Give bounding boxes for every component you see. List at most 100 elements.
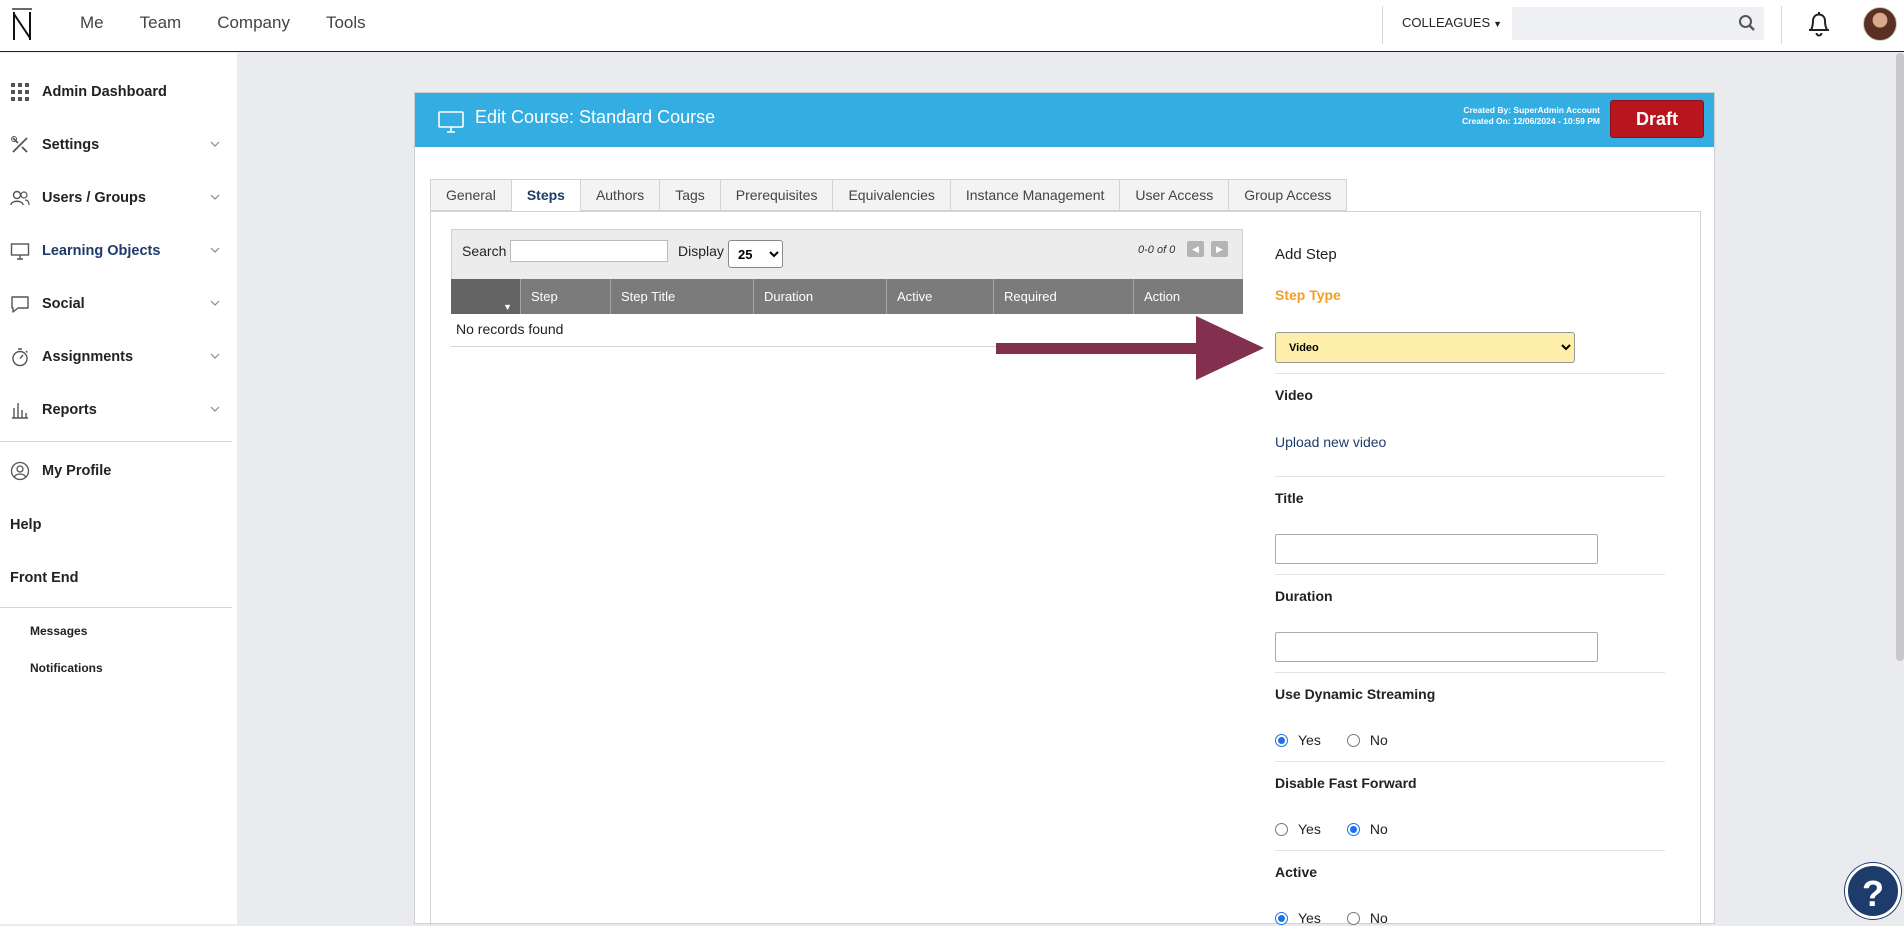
- title-input[interactable]: [1275, 534, 1598, 564]
- grid-header: ▼ Step Step Title Duration Active Requir…: [451, 279, 1243, 314]
- annotation-arrow-icon: [996, 316, 1264, 380]
- tab-steps[interactable]: Steps: [510, 179, 580, 212]
- display-count-select[interactable]: 25: [728, 240, 783, 268]
- divider: [1275, 574, 1665, 575]
- sidebar-item-learning-objects[interactable]: Learning Objects: [0, 231, 232, 271]
- tab-instance-management[interactable]: Instance Management: [949, 179, 1120, 211]
- tab-general[interactable]: General: [430, 179, 511, 211]
- help-button[interactable]: ?: [1845, 863, 1901, 919]
- nav-company[interactable]: Company: [208, 0, 299, 52]
- search-label: Search: [462, 243, 507, 259]
- divider: [1781, 6, 1782, 44]
- user-avatar[interactable]: [1863, 7, 1897, 41]
- nav-me[interactable]: Me: [71, 0, 113, 52]
- column-header-step-title[interactable]: Step Title: [611, 279, 754, 314]
- active-yes-radio[interactable]: [1275, 911, 1288, 925]
- monitor-icon: [438, 111, 464, 133]
- tab-authors[interactable]: Authors: [579, 179, 660, 211]
- sidebar-item-front-end[interactable]: Front End: [0, 558, 232, 598]
- sidebar-item-social[interactable]: Social: [0, 284, 232, 324]
- sidebar-item-label: Learning Objects: [42, 243, 161, 259]
- sidebar-item-reports[interactable]: Reports: [0, 390, 232, 430]
- tab-prerequisites[interactable]: Prerequisites: [719, 179, 833, 211]
- page-title: Edit Course: Standard Course: [475, 107, 716, 127]
- page-scrollbar[interactable]: [1896, 53, 1904, 661]
- fast-forward-no-radio[interactable]: [1346, 822, 1360, 836]
- prev-page-button[interactable]: ◀: [1187, 241, 1204, 257]
- duration-label: Duration: [1275, 588, 1333, 604]
- column-header-action[interactable]: Action: [1134, 279, 1243, 314]
- sort-down-icon: ▼: [503, 302, 512, 312]
- pager-text: 0-0 of 0: [1138, 244, 1176, 256]
- tab-group-access[interactable]: Group Access: [1228, 179, 1348, 211]
- dynamic-streaming-radio-group: Yes No: [1275, 732, 1414, 748]
- created-on: Created On: 12/06/2024 - 10:59 PM: [1462, 116, 1600, 126]
- sidebar-item-label: Social: [42, 296, 85, 312]
- dynamic-streaming-yes-radio[interactable]: [1275, 733, 1288, 747]
- divider: [1275, 672, 1665, 673]
- global-search-input[interactable]: [1512, 7, 1727, 40]
- sidebar-item-label: Front End: [10, 570, 79, 586]
- caret-down-icon: ▼: [1493, 19, 1503, 29]
- dynamic-streaming-no-radio[interactable]: [1346, 733, 1360, 747]
- radio-label: Yes: [1298, 821, 1321, 837]
- tab-user-access[interactable]: User Access: [1119, 179, 1229, 211]
- divider: [1275, 373, 1665, 374]
- nav-team[interactable]: Team: [131, 0, 191, 52]
- tab-tags[interactable]: Tags: [659, 179, 720, 211]
- sidebar-item-assignments[interactable]: Assignments: [0, 337, 232, 377]
- sidebar: Admin Dashboard Settings Users / Groups …: [0, 53, 237, 924]
- sidebar-item-messages[interactable]: Messages: [30, 624, 87, 638]
- column-header-required[interactable]: Required: [994, 279, 1134, 314]
- sidebar-item-admin-dashboard[interactable]: Admin Dashboard: [0, 72, 232, 112]
- monitor-icon: [10, 243, 30, 260]
- top-bar: Me Team Company Tools COLLEAGUES ▼: [0, 0, 1904, 52]
- edit-course-panel: Edit Course: Standard Course Created By:…: [414, 92, 1715, 925]
- chevron-down-icon: [210, 406, 220, 412]
- step-type-label: Step Type: [1275, 287, 1341, 303]
- active-label: Active: [1275, 864, 1318, 880]
- colleagues-label: COLLEAGUES: [1402, 15, 1491, 30]
- upload-new-video-link[interactable]: Upload new video: [1275, 434, 1386, 450]
- panel-header: Edit Course: Standard Course Created By:…: [415, 93, 1714, 147]
- title-label: Title: [1275, 490, 1304, 506]
- search-icon[interactable]: [1738, 14, 1756, 32]
- steps-search-input[interactable]: [510, 240, 668, 262]
- column-header-active[interactable]: Active: [887, 279, 994, 314]
- sidebar-item-label: Users / Groups: [42, 190, 146, 206]
- next-page-button[interactable]: ▶: [1211, 241, 1228, 257]
- chevron-down-icon: [210, 353, 220, 359]
- chevron-down-icon: [210, 194, 220, 200]
- column-header-duration[interactable]: Duration: [754, 279, 887, 314]
- logo-icon[interactable]: [10, 6, 34, 44]
- grid-toolbar: Search Display 25 0-0 of 0 ◀ ▶: [451, 229, 1243, 279]
- divider: [1275, 850, 1665, 851]
- fast-forward-radio-group: Yes No: [1275, 821, 1414, 837]
- created-info: Created By: SuperAdmin Account Created O…: [1462, 105, 1600, 127]
- divider: [0, 441, 232, 442]
- step-type-select[interactable]: Video: [1275, 332, 1575, 363]
- fast-forward-yes-radio[interactable]: [1275, 822, 1288, 836]
- column-header-step[interactable]: Step: [521, 279, 611, 314]
- sidebar-item-settings[interactable]: Settings: [0, 125, 232, 165]
- chevron-down-icon: [210, 141, 220, 147]
- tab-equivalencies[interactable]: Equivalencies: [832, 179, 950, 211]
- sidebar-item-my-profile[interactable]: My Profile: [0, 451, 232, 491]
- divider: [1275, 761, 1665, 762]
- status-draft-button[interactable]: Draft: [1610, 100, 1704, 138]
- nav-tools[interactable]: Tools: [317, 0, 375, 52]
- active-no-radio[interactable]: [1346, 911, 1360, 925]
- divider: [0, 607, 232, 608]
- chevron-down-icon: [210, 300, 220, 306]
- sidebar-item-users-groups[interactable]: Users / Groups: [0, 178, 232, 218]
- sidebar-item-label: Assignments: [42, 349, 134, 365]
- sidebar-item-label: Admin Dashboard: [42, 84, 167, 100]
- bell-icon[interactable]: [1805, 9, 1833, 39]
- colleagues-dropdown[interactable]: COLLEAGUES ▼: [1402, 0, 1502, 47]
- column-header-sort[interactable]: ▼: [451, 279, 521, 314]
- radio-label: No: [1369, 732, 1388, 748]
- duration-input[interactable]: [1275, 632, 1598, 662]
- user-circle-icon: [10, 461, 30, 481]
- sidebar-item-help[interactable]: Help: [0, 505, 232, 545]
- sidebar-item-notifications[interactable]: Notifications: [30, 661, 103, 675]
